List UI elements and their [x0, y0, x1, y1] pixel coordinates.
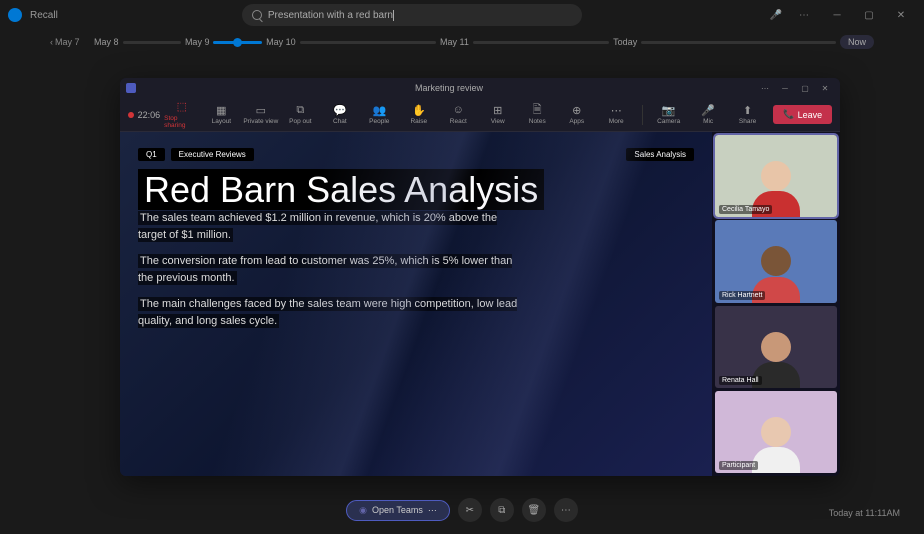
slide-bullet-1: The sales team achieved $1.2 million in … [138, 211, 497, 242]
crop-button[interactable]: ✂ [458, 498, 482, 522]
chevron-down-icon: ⋯ [428, 505, 437, 516]
more-button[interactable]: ⋯More [598, 104, 633, 125]
timeline-segment[interactable] [300, 41, 436, 44]
raise-hand-button[interactable]: ✋Raise [401, 104, 436, 125]
slide-bullet-2: The conversion rate from lead to custome… [138, 254, 512, 285]
snapshot-timestamp: Today at 11:11AM [829, 508, 900, 518]
participant-tile[interactable]: Renata Hall [715, 306, 837, 388]
pop-out-button[interactable]: ⧉Pop out [283, 104, 318, 125]
teams-minimize-button[interactable]: ─ [776, 81, 794, 95]
participant-name: Cecilia Tamayo [719, 205, 772, 214]
participant-name: Participant [719, 461, 758, 470]
tag-quarter: Q1 [138, 148, 165, 161]
more-actions-button[interactable]: ⋯ [554, 498, 578, 522]
call-timer: 22:06 [138, 110, 161, 120]
tag-exec: Executive Reviews [171, 148, 254, 161]
timeline-segment[interactable] [123, 41, 181, 44]
search-icon [252, 10, 262, 20]
presentation-slide: Q1 Executive Reviews Sales Analysis Red … [120, 132, 712, 476]
snapshot-preview: Marketing review ⋯ ─ ▢ ✕ 22:06 ⬚Stop sha… [120, 78, 840, 476]
teams-icon: ◉ [359, 505, 367, 516]
layout-button[interactable]: ▦Layout [204, 104, 239, 125]
leave-button[interactable]: 📞 Leave [773, 105, 832, 124]
app-name: Recall [30, 10, 58, 21]
now-button[interactable]: Now [840, 35, 874, 49]
voice-input-button[interactable]: 🎤 [766, 5, 786, 25]
maximize-button[interactable]: ▢ [854, 3, 884, 27]
slide-title: Red Barn Sales Analysis [138, 169, 544, 210]
teams-icon [126, 83, 136, 93]
search-input[interactable]: Presentation with a red barn [242, 4, 582, 26]
timeline-prev[interactable]: ‹ May 7 [50, 37, 90, 47]
participant-name: Renata Hall [719, 376, 762, 385]
recording-icon [128, 112, 134, 118]
teams-window-title: Marketing review [142, 83, 756, 93]
timeline[interactable]: ‹ May 7 May 8 May 9 May 10 May 11 Today … [0, 30, 924, 54]
chat-button[interactable]: 💬Chat [322, 104, 357, 125]
delete-button[interactable]: 🗑 [522, 498, 546, 522]
teams-close-button[interactable]: ✕ [816, 81, 834, 95]
teams-maximize-button[interactable]: ▢ [796, 81, 814, 95]
camera-button[interactable]: 📷Camera [651, 104, 686, 125]
participant-name: Rick Hartnett [719, 291, 765, 300]
private-view-button[interactable]: ▭Private view [243, 104, 278, 125]
view-button[interactable]: ⊞View [480, 104, 515, 125]
timeline-segment[interactable] [473, 41, 609, 44]
tag-sales: Sales Analysis [626, 148, 694, 161]
open-teams-button[interactable]: ◉ Open Teams ⋯ [346, 500, 450, 521]
stop-sharing-button[interactable]: ⬚Stop sharing [164, 101, 199, 129]
teams-more-button[interactable]: ⋯ [756, 81, 774, 95]
timeline-segment-active[interactable] [213, 41, 262, 44]
copy-button[interactable]: ⧉ [490, 498, 514, 522]
search-query: Presentation with a red barn [268, 10, 394, 21]
react-button[interactable]: ☺React [441, 104, 476, 125]
search-more-button[interactable]: ⋯ [794, 5, 814, 25]
recall-logo [8, 8, 22, 22]
close-button[interactable]: ✕ [886, 3, 916, 27]
notes-button[interactable]: 🗎Notes [520, 104, 555, 125]
minimize-button[interactable]: ─ [822, 3, 852, 27]
apps-button[interactable]: ⊕Apps [559, 104, 594, 125]
participant-tile[interactable]: Cecilia Tamayo [715, 135, 837, 217]
participant-tile[interactable]: Participant [715, 391, 837, 473]
mic-button[interactable]: 🎤Mic [690, 104, 725, 125]
people-button[interactable]: 👥People [362, 104, 397, 125]
timeline-segment[interactable] [641, 41, 836, 44]
share-button[interactable]: ⬆Share [730, 104, 765, 125]
participant-tile[interactable]: Rick Hartnett [715, 220, 837, 302]
slide-bullet-3: The main challenges faced by the sales t… [138, 297, 517, 328]
